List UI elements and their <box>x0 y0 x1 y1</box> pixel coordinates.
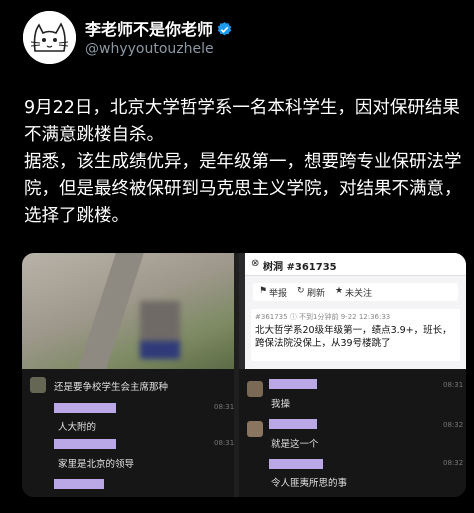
scene-photo[interactable] <box>22 253 234 369</box>
chat-avatar <box>30 377 46 393</box>
photo-wall <box>78 253 144 369</box>
chat-message: 还是要争校学生会主席那种 <box>54 382 169 393</box>
star-icon[interactable]: ★ <box>335 286 343 296</box>
tweet-media-grid[interactable]: 还是要争校学生会主席那种 08:31 人大附的 08:31 家里是北京的领导 ⊗… <box>22 253 466 497</box>
display-name[interactable]: 李老师不是你老师 <box>85 20 213 39</box>
blurred-region <box>140 301 180 345</box>
forum-action-bar: ⚑ 举报 ↻ 刷新 ★ 未关注 <box>253 283 458 301</box>
forum-header: ⊗ 树洞 #361735 <box>245 253 466 276</box>
author-handle[interactable]: @whyyoutouzhele <box>85 41 214 57</box>
chat-time: 08:31 <box>214 403 235 411</box>
refresh-icon[interactable]: ↻ <box>297 286 305 296</box>
chat-time: 08:31 <box>443 381 464 389</box>
chat-message: 我操 <box>271 399 291 410</box>
chat-message: 人大附的 <box>58 422 97 433</box>
author-name[interactable]: 李老师不是你老师 <box>85 16 233 42</box>
tweet-paragraph-2: 据悉，该生成绩优异，是年级第一，想要跨专业保研法学院，但是最终被保研到马克思主义… <box>24 152 462 226</box>
verified-badge-icon <box>216 21 233 42</box>
author-avatar[interactable] <box>23 11 76 64</box>
forum-screenshot[interactable]: ⊗ 树洞 #361735 ⚑ 举报 ↻ 刷新 ★ 未关注 #361735 ⓘ 不… <box>239 253 466 369</box>
forum-title: 树洞 #361735 <box>263 262 337 273</box>
chat-avatar <box>247 421 263 437</box>
post-meta: #361735 ⓘ 不到1分钟前 9-22 12:36:33 <box>255 313 391 321</box>
refresh-button[interactable]: 刷新 <box>307 286 325 299</box>
redacted-username <box>54 403 116 413</box>
redacted-username <box>54 439 116 449</box>
chat-time: 08:32 <box>443 459 464 467</box>
chat-avatar <box>247 381 263 397</box>
chat-message: 就是这一个 <box>271 439 319 450</box>
redacted-username <box>269 419 317 429</box>
chat-time: 08:31 <box>214 439 235 447</box>
chat-time: 08:32 <box>443 421 464 429</box>
close-icon[interactable]: ⊗ <box>251 258 259 269</box>
redacted-username <box>269 379 317 389</box>
tweet-paragraph-1: 9月22日，北京大学哲学系一名本科学生，因对保研结果不满意跳楼自杀。 <box>24 98 460 145</box>
flag-icon[interactable]: ⚑ <box>259 286 267 296</box>
post-body: 北大哲学系20级年级第一，绩点3.9+，班长，跨保法院没保上，从39号楼跳了 <box>255 325 452 349</box>
forum-post[interactable]: #361735 ⓘ 不到1分钟前 9-22 12:36:33 北大哲学系20级年… <box>251 309 460 361</box>
chat-screenshot-right[interactable]: 08:31 我操 08:32 就是这一个 08:32 令人匪夷所思的事 <box>239 369 466 497</box>
blurred-region <box>140 341 180 359</box>
tweet-text: 9月22日，北京大学哲学系一名本科学生，因对保研结果不满意跳楼自杀。 据悉，该生… <box>24 95 464 230</box>
redacted-username <box>54 479 104 489</box>
chat-screenshot-left[interactable]: 还是要争校学生会主席那种 08:31 人大附的 08:31 家里是北京的领导 <box>22 369 234 497</box>
chat-message: 令人匪夷所思的事 <box>271 478 348 489</box>
redacted-username <box>269 459 323 469</box>
report-button[interactable]: 举报 <box>269 286 287 299</box>
follow-button[interactable]: 未关注 <box>345 286 372 299</box>
cat-sketch-avatar-icon <box>23 11 76 64</box>
chat-message: 家里是北京的领导 <box>58 459 135 470</box>
